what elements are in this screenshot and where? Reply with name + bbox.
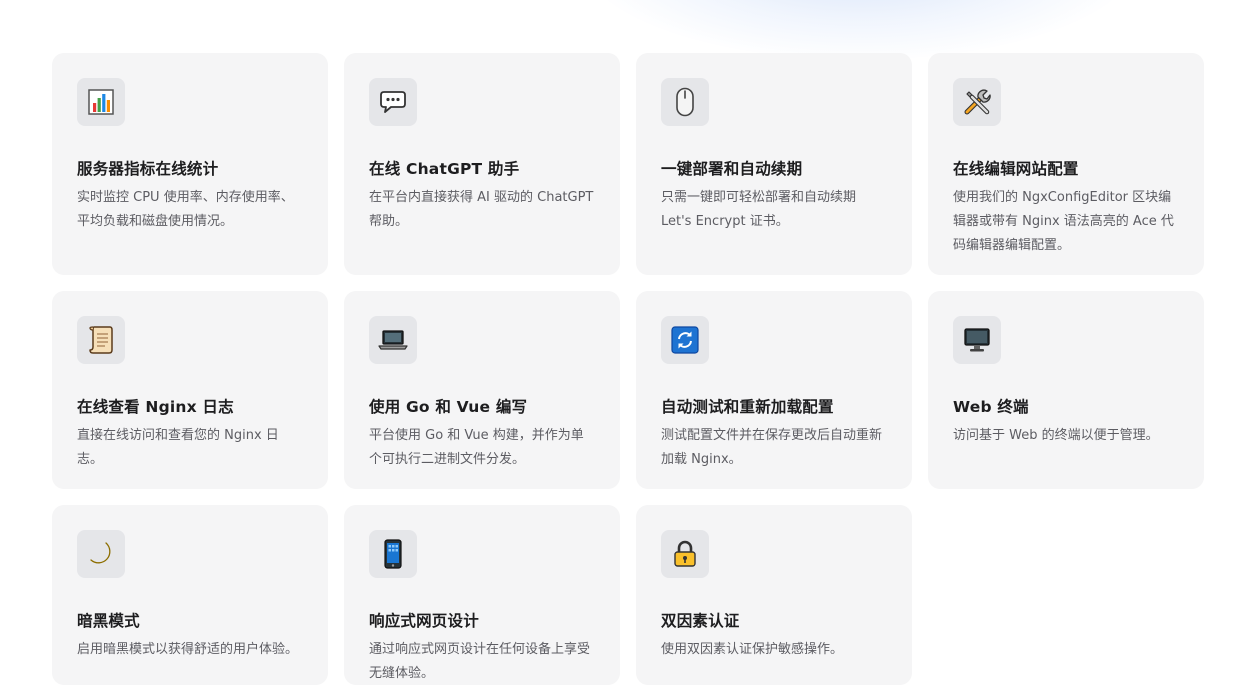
feature-title: 服务器指标在线统计 (77, 160, 219, 178)
feature-description: 在平台内直接获得 AI 驱动的 ChatGPT 帮助。 (369, 190, 594, 229)
feature-description: 直接在线访问和查看您的 Nginx 日志。 (77, 428, 279, 467)
feature-card-go-vue: 使用 Go 和 Vue 编写 平台使用 Go 和 Vue 构建，并作为单个可执行… (344, 291, 620, 489)
desktop-monitor-icon (964, 328, 990, 352)
lock-icon (674, 540, 696, 567)
feature-icon-box (369, 78, 417, 126)
feature-title: Web 终端 (953, 398, 1029, 416)
feature-title: 双因素认证 (661, 612, 740, 630)
feature-grid: 服务器指标在线统计 实时监控 CPU 使用率、内存使用率、平均负载和磁盘使用情况… (52, 53, 1204, 685)
feature-description: 访问基于 Web 的终端以便于管理。 (953, 428, 1159, 443)
feature-title: 一键部署和自动续期 (661, 160, 803, 178)
feature-icon-box (77, 530, 125, 578)
scroll-icon (89, 326, 113, 354)
feature-description: 测试配置文件并在保存更改后自动重新加载 Nginx。 (661, 428, 883, 467)
feature-card-dark-mode: 暗黑模式 启用暗黑模式以获得舒适的用户体验。 (52, 505, 328, 685)
feature-card-online-config-editor: 在线编辑网站配置 使用我们的 NgxConfigEditor 区块编辑器或带有 … (928, 53, 1204, 275)
feature-title: 暗黑模式 (77, 612, 140, 630)
laptop-icon (378, 330, 408, 350)
feature-icon-box (369, 316, 417, 364)
background-glow (580, 0, 1140, 60)
feature-icon-box (661, 530, 709, 578)
feature-title: 在线编辑网站配置 (953, 160, 1079, 178)
feature-description: 只需一键即可轻松部署和自动续期 Let's Encrypt 证书。 (661, 190, 857, 229)
feature-card-auto-test-reload: 自动测试和重新加载配置 测试配置文件并在保存更改后自动重新加载 Nginx。 (636, 291, 912, 489)
feature-icon-box (369, 530, 417, 578)
mobile-phone-icon (384, 539, 402, 569)
refresh-icon (671, 326, 699, 354)
feature-icon-box (661, 78, 709, 126)
feature-title: 响应式网页设计 (369, 612, 479, 630)
feature-description: 实时监控 CPU 使用率、内存使用率、平均负载和磁盘使用情况。 (77, 190, 294, 229)
feature-icon-box (953, 78, 1001, 126)
crescent-moon-icon (90, 542, 111, 564)
feature-card-web-terminal: Web 终端 访问基于 Web 的终端以便于管理。 (928, 291, 1204, 489)
feature-card-two-factor-auth: 双因素认证 使用双因素认证保护敏感操作。 (636, 505, 912, 685)
feature-description: 平台使用 Go 和 Vue 构建，并作为单个可执行二进制文件分发。 (369, 428, 584, 467)
feature-title: 自动测试和重新加载配置 (661, 398, 834, 416)
chat-bubble-icon (380, 91, 406, 113)
feature-description: 通过响应式网页设计在任何设备上享受无缝体验。 (369, 642, 591, 681)
mouse-icon (676, 87, 694, 117)
feature-icon-box (661, 316, 709, 364)
feature-description: 使用双因素认证保护敏感操作。 (661, 642, 844, 657)
feature-card-responsive-design: 响应式网页设计 通过响应式网页设计在任何设备上享受无缝体验。 (344, 505, 620, 685)
feature-icon-box (77, 316, 125, 364)
feature-card-nginx-logs: 在线查看 Nginx 日志 直接在线访问和查看您的 Nginx 日志。 (52, 291, 328, 489)
feature-card-server-metrics: 服务器指标在线统计 实时监控 CPU 使用率、内存使用率、平均负载和磁盘使用情况… (52, 53, 328, 275)
feature-icon-box (77, 78, 125, 126)
bar-chart-icon (88, 89, 114, 115)
tools-icon (964, 89, 991, 115)
feature-title: 在线查看 Nginx 日志 (77, 398, 234, 416)
feature-card-chatgpt: 在线 ChatGPT 助手 在平台内直接获得 AI 驱动的 ChatGPT 帮助… (344, 53, 620, 275)
feature-description: 启用暗黑模式以获得舒适的用户体验。 (77, 642, 299, 657)
feature-card-one-click-deploy: 一键部署和自动续期 只需一键即可轻松部署和自动续期 Let's Encrypt … (636, 53, 912, 275)
feature-title: 使用 Go 和 Vue 编写 (369, 398, 528, 416)
feature-icon-box (953, 316, 1001, 364)
feature-title: 在线 ChatGPT 助手 (369, 160, 520, 178)
feature-description: 使用我们的 NgxConfigEditor 区块编辑器或带有 Nginx 语法高… (953, 190, 1174, 253)
